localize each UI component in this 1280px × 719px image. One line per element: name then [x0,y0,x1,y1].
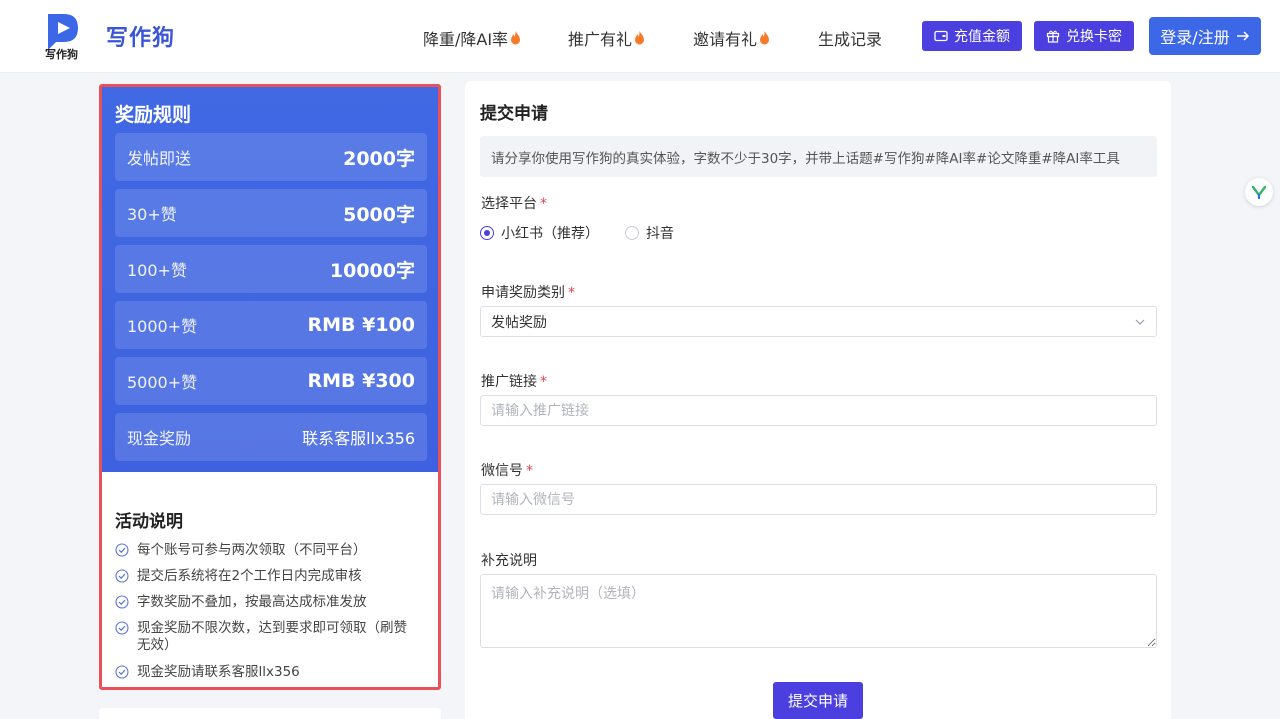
nav-label: 推广有礼 [568,30,633,49]
radio-label: 小红书（推荐） [501,226,599,242]
rule-row: 30+赞 5000字 [115,189,427,237]
lower-info-card [99,708,441,719]
required-mark: * [568,285,575,301]
required-mark: * [540,374,547,390]
fire-icon [511,31,521,45]
category-select[interactable]: 发帖奖励 [480,306,1157,337]
login-register-button[interactable]: 登录/注册 [1149,17,1261,55]
rule-value: 5000字 [343,203,415,226]
recharge-label: 充值金额 [954,29,1010,45]
activity-text: 现金奖励不限次数，达到要求即可领取（刷赞无效） [137,620,407,653]
check-circle-icon [115,665,129,679]
arrow-right-icon [1236,31,1249,41]
link-label-text: 推广链接 [481,374,537,390]
nav-label: 邀请有礼 [693,30,758,49]
platform-radio-xiaohongshu[interactable]: 小红书（推荐） [480,223,599,243]
rule-label: 发帖即送 [127,149,192,168]
reward-info-panel: 奖励规则 发帖即送 2000字 30+赞 5000字 100+赞 10000字 … [99,84,441,690]
nav-label: 降重/降AI率 [423,30,509,49]
category-label: 申请奖励类别 * [481,282,575,302]
check-circle-icon [115,595,129,609]
top-header: 写作狗 写作狗 降重/降AI率 推广有礼 邀请有礼 生成记录 充值金额 兑换卡密… [0,0,1280,73]
fire-icon [760,31,770,45]
nav-invite-reward[interactable]: 邀请有礼 [693,26,770,50]
rules-title: 奖励规则 [115,104,192,126]
check-circle-icon [115,543,129,557]
submit-button[interactable]: 提交申请 [773,682,863,719]
platform-label: 选择平台 * [481,193,547,213]
activity-text: 提交后系统将在2个工作日内完成审核 [137,568,362,584]
rule-value: 10000字 [329,259,415,282]
wechat-label-text: 微信号 [481,463,523,479]
activity-item: 提交后系统将在2个工作日内完成审核 [115,568,415,585]
rule-label: 1000+赞 [127,317,198,336]
radio-label: 抖音 [646,226,674,242]
rule-label: 100+赞 [127,261,187,280]
recharge-button[interactable]: 充值金额 [922,21,1022,51]
fire-icon [635,31,645,45]
rule-row: 现金奖励 联系客服llx356 [115,413,427,461]
platform-radio-group: 小红书（推荐） 抖音 [480,223,674,243]
application-form: 提交申请 请分享你使用写作狗的真实体验，字数不少于30字，并带上话题#写作狗#降… [465,81,1171,719]
nav-promote-reward[interactable]: 推广有礼 [568,26,645,50]
form-notice: 请分享你使用写作狗的真实体验，字数不少于30字，并带上话题#写作狗#降AI率#论… [480,136,1157,177]
rule-row: 5000+赞 RMB ¥300 [115,357,427,405]
required-mark: * [526,463,533,479]
link-label: 推广链接 * [481,371,547,391]
category-label-text: 申请奖励类别 [481,285,565,301]
promotion-link-input[interactable] [480,395,1157,426]
required-mark: * [540,196,547,212]
rule-label: 5000+赞 [127,373,198,392]
redeem-button[interactable]: 兑换卡密 [1034,21,1134,51]
nav-label: 生成记录 [818,30,883,49]
activity-item: 现金奖励请联系客服llx356 [115,664,415,681]
note-textarea[interactable] [480,574,1157,648]
reward-rules-card: 奖励规则 发帖即送 2000字 30+赞 5000字 100+赞 10000字 … [102,87,438,472]
platform-radio-douyin[interactable]: 抖音 [625,223,674,243]
activity-text: 每个账号可参与两次领取（不同平台） [137,542,367,558]
activity-item: 每个账号可参与两次领取（不同平台） [115,542,415,559]
logo[interactable]: 写作狗 [44,10,84,62]
note-label-text: 补充说明 [481,553,537,569]
rule-row: 1000+赞 RMB ¥100 [115,301,427,349]
rule-value: 2000字 [343,147,415,170]
nav-reduce-ai[interactable]: 降重/降AI率 [423,26,521,50]
brand-title: 写作狗 [106,26,176,51]
nav-history[interactable]: 生成记录 [818,26,882,50]
activity-text: 现金奖励请联系客服llx356 [137,664,300,680]
rule-label: 现金奖励 [127,429,192,448]
activity-item: 现金奖励不限次数，达到要求即可领取（刷赞无效） [115,620,415,654]
redeem-label: 兑换卡密 [1066,29,1122,45]
note-label: 补充说明 [481,550,537,570]
login-label: 登录/注册 [1160,28,1230,47]
chevron-down-icon [1135,319,1145,325]
platform-label-text: 选择平台 [481,196,537,212]
gift-icon [1046,30,1060,43]
check-circle-icon [115,621,129,635]
radio-selected-icon [480,226,494,240]
rule-value: 联系客服llx356 [302,429,415,448]
helper-logo-icon [1251,185,1267,199]
rule-row: 100+赞 10000字 [115,245,427,293]
rule-value: RMB ¥100 [307,314,415,336]
category-value: 发帖奖励 [491,314,547,331]
activity-item: 字数奖励不叠加，按最高达成标准发放 [115,594,415,611]
rule-row: 发帖即送 2000字 [115,133,427,181]
rule-label: 30+赞 [127,205,177,224]
check-circle-icon [115,569,129,583]
activity-text: 字数奖励不叠加，按最高达成标准发放 [137,594,367,610]
activity-title: 活动说明 [115,512,183,532]
floating-helper-button[interactable] [1245,178,1273,206]
rule-value: RMB ¥300 [307,370,415,392]
wallet-icon [934,30,948,42]
logo-text: 写作狗 [45,48,78,61]
wechat-label: 微信号 * [481,460,533,480]
form-title: 提交申请 [480,104,548,124]
wechat-input[interactable] [480,484,1157,515]
radio-unselected-icon [625,226,639,240]
